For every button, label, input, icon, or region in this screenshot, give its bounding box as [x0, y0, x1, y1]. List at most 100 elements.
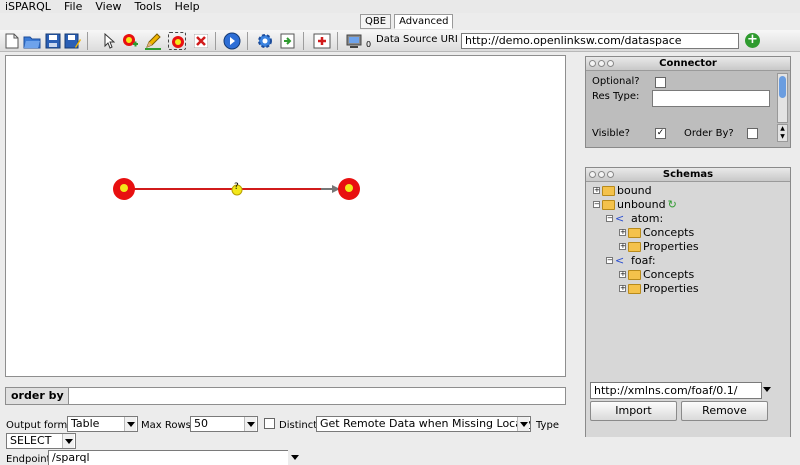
query-type-select[interactable]: SELECT	[6, 433, 76, 449]
res-type-input[interactable]	[652, 90, 770, 107]
maximize-icon[interactable]	[607, 60, 614, 67]
order-by-label: order by	[6, 388, 69, 404]
tree-label: Concepts	[643, 226, 695, 239]
distinct-label: Distinct	[279, 420, 318, 431]
schemas-title: Schemas	[662, 169, 714, 180]
menu-view[interactable]: View	[90, 0, 129, 13]
tree-item-unbound[interactable]: − unbound ↻	[593, 198, 677, 211]
toolbar: 0 Data Source URI http://demo.openlinksw…	[0, 30, 800, 52]
select-region-icon[interactable]	[168, 32, 186, 50]
pointer-tool-icon[interactable]	[100, 32, 118, 50]
object-node-marker	[345, 184, 353, 192]
query-canvas[interactable]: ?	[5, 55, 566, 377]
expand-icon[interactable]: +	[593, 187, 600, 194]
res-type-scrollbar[interactable]	[777, 73, 788, 123]
new-document-icon[interactable]	[3, 32, 21, 50]
remote-data-select[interactable]: Get Remote Data when Missing Locally	[316, 416, 531, 432]
remove-button[interactable]: Remove	[681, 401, 768, 421]
data-source-uri-input[interactable]: http://demo.openlinksw.com/dataspace	[461, 33, 739, 49]
subject-node-marker	[120, 184, 128, 192]
import-button[interactable]: Import	[590, 401, 677, 421]
close-icon[interactable]	[589, 171, 596, 178]
settings-gear-icon[interactable]	[256, 32, 274, 50]
folder-icon	[628, 241, 641, 252]
tree-item-atom[interactable]: − < atom:	[606, 212, 663, 225]
mode-tabs: QBE Advanced	[360, 14, 454, 29]
tree-label: Concepts	[643, 268, 695, 281]
data-source-badge: 0	[366, 40, 372, 49]
max-rows-select[interactable]: 50	[190, 416, 258, 432]
minimize-icon[interactable]	[598, 171, 605, 178]
menu-isparql[interactable]: iSPARQL	[0, 0, 59, 13]
data-source-icon[interactable]	[345, 32, 363, 50]
scroll-arrows-icon[interactable]: ▲ ▼	[777, 124, 788, 142]
tree-item-foaf[interactable]: − < foaf:	[606, 254, 656, 267]
tree-item-foaf-properties[interactable]: + Properties	[619, 282, 699, 295]
minimize-icon[interactable]	[598, 60, 605, 67]
reset-view-icon[interactable]	[313, 32, 331, 50]
folder-icon	[628, 227, 641, 238]
expand-icon[interactable]: +	[619, 229, 626, 236]
optional-label: Optional?	[592, 76, 640, 87]
collapse-icon[interactable]: −	[606, 215, 613, 222]
namespace-icon: <	[615, 211, 625, 225]
menu-help[interactable]: Help	[170, 0, 208, 13]
distinct-checkbox[interactable]	[264, 418, 275, 429]
folder-icon	[628, 283, 641, 294]
optional-checkbox[interactable]	[655, 77, 666, 88]
tree-item-bound[interactable]: + bound	[593, 184, 652, 197]
max-rows-value: 50	[194, 417, 208, 430]
connector-panel: Connector Optional? Res Type: ▲ ▼ Visible…	[585, 56, 791, 148]
schema-uri-input[interactable]: http://xmlns.com/foaf/0.1/	[590, 382, 762, 399]
visible-checkbox[interactable]: ✓	[655, 128, 666, 139]
tree-label: foaf:	[631, 254, 656, 267]
load-page-icon[interactable]	[279, 32, 297, 50]
open-folder-icon[interactable]	[23, 32, 41, 50]
data-source-label: Data Source URI	[376, 34, 458, 45]
expand-icon[interactable]: +	[619, 243, 626, 250]
output-format-select[interactable]: Table	[67, 416, 138, 432]
type-label: Type	[536, 420, 559, 431]
schemas-header: Schemas	[586, 168, 790, 182]
visible-label: Visible?	[592, 128, 630, 139]
maximize-icon[interactable]	[607, 171, 614, 178]
namespace-icon: <	[615, 253, 625, 267]
menu-file[interactable]: File	[59, 0, 90, 13]
tree-item-atom-properties[interactable]: + Properties	[619, 240, 699, 253]
schema-uri-dropdown-icon[interactable]	[763, 387, 771, 392]
tree-label: Properties	[643, 240, 699, 253]
tab-advanced[interactable]: Advanced	[394, 14, 454, 29]
menu-bar: iSPARQL File View Tools Help	[0, 0, 800, 13]
tree-item-foaf-concepts[interactable]: + Concepts	[619, 268, 694, 281]
remote-data-value: Get Remote Data when Missing Locally	[320, 417, 531, 430]
expand-icon[interactable]: +	[619, 271, 626, 278]
save-icon[interactable]	[44, 32, 62, 50]
save-as-icon[interactable]	[64, 32, 82, 50]
delete-icon[interactable]	[192, 32, 210, 50]
collapse-icon[interactable]: −	[606, 257, 613, 264]
endpoint-value: /sparql	[52, 451, 90, 464]
collapse-icon[interactable]: −	[593, 201, 600, 208]
query-type-value: SELECT	[10, 434, 52, 447]
max-rows-label: Max Rows	[141, 420, 191, 431]
menu-tools[interactable]: Tools	[129, 0, 169, 13]
expand-icon[interactable]: +	[619, 285, 626, 292]
tree-item-atom-concepts[interactable]: + Concepts	[619, 226, 694, 239]
add-node-icon[interactable]	[121, 32, 139, 50]
order-by-checkbox[interactable]	[747, 128, 758, 139]
endpoint-input[interactable]: /sparql	[48, 450, 288, 465]
run-query-icon[interactable]	[223, 32, 241, 50]
add-data-source-icon[interactable]: +	[745, 33, 760, 48]
endpoint-dropdown-icon[interactable]	[291, 455, 299, 460]
order-by-option-label: Order By?	[684, 128, 734, 139]
tree-label: unbound	[617, 198, 666, 211]
refresh-icon[interactable]: ↻	[668, 198, 677, 211]
folder-icon	[602, 199, 615, 210]
edit-pencil-icon[interactable]	[144, 32, 162, 50]
order-by-bar[interactable]: order by	[5, 387, 566, 405]
close-icon[interactable]	[589, 60, 596, 67]
tab-qbe[interactable]: QBE	[360, 14, 392, 29]
tree-label: Properties	[643, 282, 699, 295]
window-controls	[589, 171, 614, 178]
connector-title: Connector	[659, 58, 717, 69]
